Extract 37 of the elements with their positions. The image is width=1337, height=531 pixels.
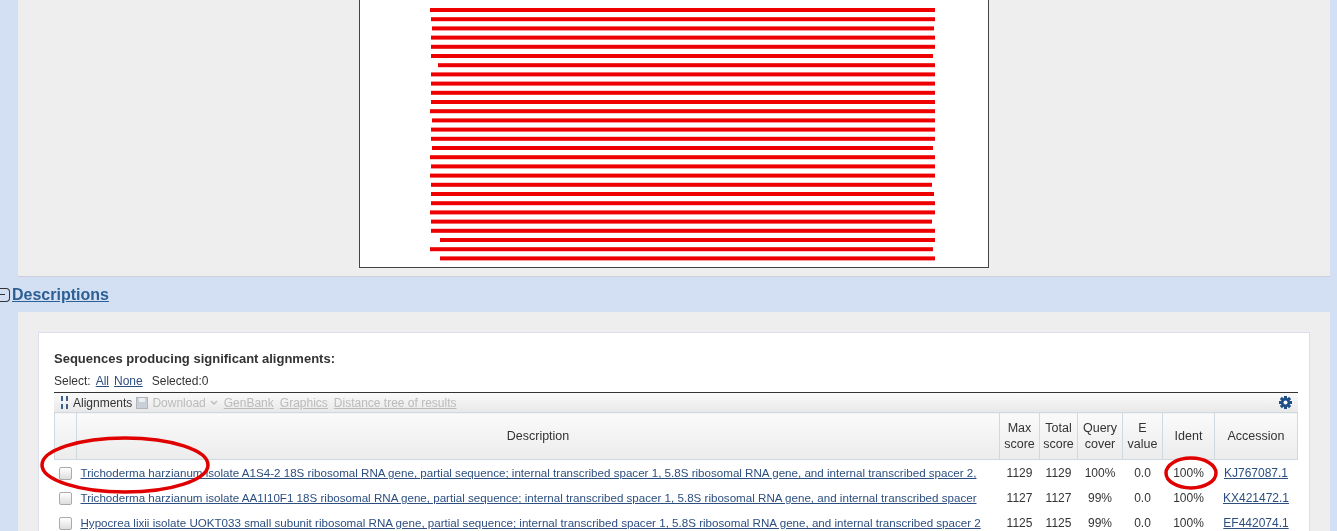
results-heading: Sequences producing significant alignments:	[54, 350, 336, 368]
accession-link[interactable]: EF442074.1	[1223, 515, 1289, 530]
sequence-link[interactable]: Trichoderma harzianum isolate A1S4-2 18S ribosomal RNA gene, partial sequence; internal transcribed spacer 1, 5.8S ribosomal RNA gene, and internal transcribed spacer 2,	[80, 466, 977, 479]
select-all-link[interactable]: All	[95, 370, 110, 390]
highlight-ellipse	[1163, 454, 1220, 491]
sort-icon	[60, 396, 69, 409]
row-checkbox[interactable]	[59, 516, 72, 530]
table-cell: 0.0	[1134, 490, 1151, 505]
table-cell: 100%	[1173, 465, 1204, 480]
settings-icon[interactable]	[1279, 396, 1292, 409]
row-checkbox[interactable]	[59, 491, 72, 505]
table-cell: 99%	[1088, 490, 1112, 505]
table-cell: 1127	[1006, 490, 1033, 505]
sequence-link[interactable]: Hypocrea lixii isolate UOKT033 small subunit ribosomal RNA gene, partial sequence; internal transcribed spacer 1, 5.8S ribosomal RNA gene, and internal transcribed spacer 2	[80, 516, 981, 529]
accession-link[interactable]: KJ767087.1	[1223, 465, 1289, 480]
table-cell: 0.0	[1134, 465, 1151, 480]
toolbar-button[interactable]: Alignments	[73, 395, 133, 410]
row-checkbox[interactable]	[59, 466, 72, 480]
table-cell: 1125	[1045, 515, 1072, 530]
accession-link[interactable]: KX421472.1	[1222, 490, 1290, 505]
selected-count: Selected:0	[151, 373, 209, 390]
save-icon	[136, 396, 149, 409]
select-label: Select:	[54, 373, 91, 390]
table-cell: 100%	[1173, 490, 1204, 505]
table-cell: 100%	[1173, 515, 1204, 530]
table-cell: 0.0	[1134, 515, 1151, 530]
section-title-link[interactable]: Descriptions	[12, 285, 109, 304]
table-cell: 1129	[1045, 465, 1072, 480]
table-cell: 100%	[1084, 465, 1116, 480]
table-cell: 1129	[1006, 465, 1033, 480]
collapse-icon[interactable]	[0, 287, 10, 302]
table-cell: 1125	[1006, 515, 1033, 530]
table-cell: 1127	[1045, 490, 1072, 505]
sequence-link[interactable]: Trichoderma harzianum isolate AA1I10F1 18S ribosomal RNA gene, partial sequence; internal transcribed spacer 1, 5.8S ribosomal RNA gene, and internal transcribed spacer	[80, 491, 977, 504]
caret-icon	[209, 399, 218, 406]
table-cell: 99%	[1088, 515, 1112, 530]
select-none-link[interactable]: None	[114, 370, 143, 390]
